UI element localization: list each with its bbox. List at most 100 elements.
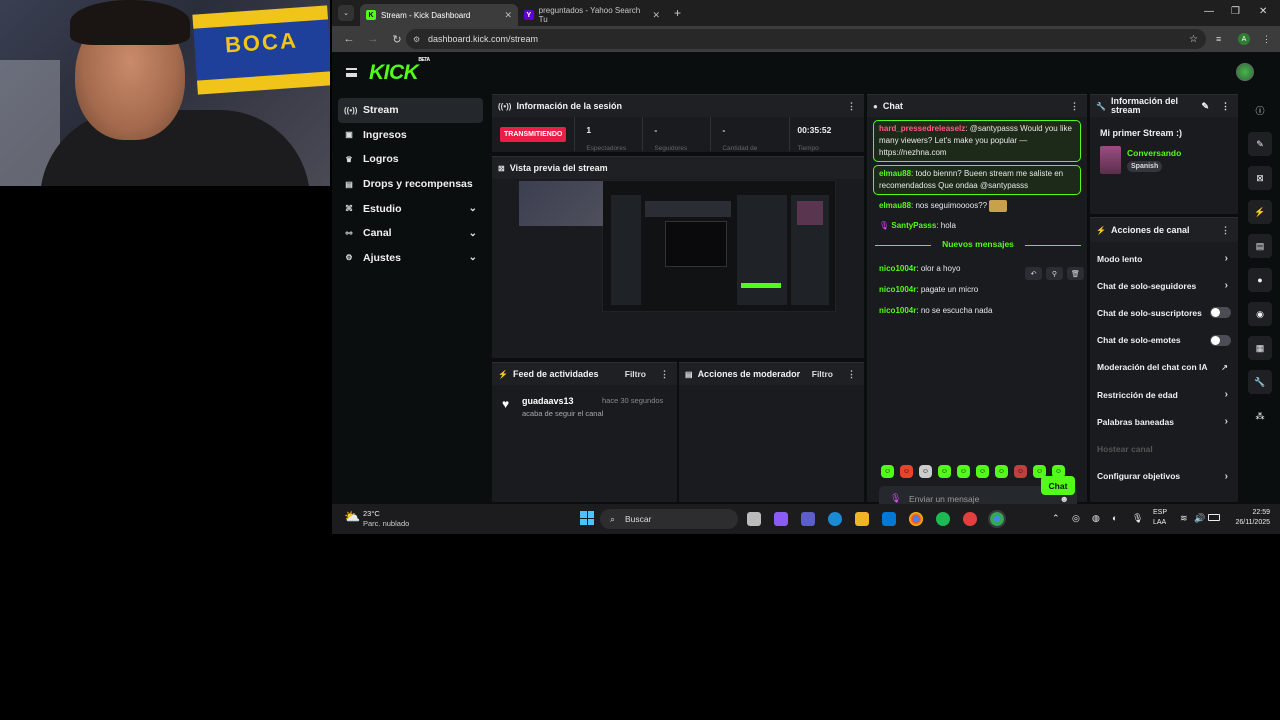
chat-message[interactable]: elmau88: nos seguimoooos?? [867,198,1087,214]
more-options-icon[interactable]: ⋮ [1070,101,1079,112]
kick-logo[interactable]: KICKBETA [369,57,430,85]
emote-icon[interactable]: ☺ [900,465,913,478]
windows-start-icon[interactable] [580,511,594,525]
weather-text[interactable]: Parc. nublado [363,519,409,528]
more-options-icon[interactable]: ⋮ [1221,101,1230,111]
sidebar-item-stream[interactable]: ((•)) Stream [338,98,483,123]
more-options-icon[interactable]: ⋮ [847,369,856,380]
tab-yahoo-search[interactable]: Y preguntados - Yahoo Search Tu ✕ [518,4,666,26]
clock-date[interactable]: 26/11/2025 [1228,519,1270,526]
channel-action-age-restriction[interactable]: Restricción de edad › [1090,381,1238,408]
activity-user[interactable]: guadaavs13 [522,396,574,406]
sidebar-item-ingresos[interactable]: ▣ Ingresos [338,123,483,148]
taskbar-search[interactable]: ⌕ Buscar [600,509,738,529]
emote-icon[interactable]: ☺ [1014,465,1027,478]
sidebar-item-drops[interactable]: ▤ Drops y recompensas [338,172,483,197]
bookmark-star-icon[interactable]: ☆ [1189,34,1198,45]
tab-kick-dashboard[interactable]: K Stream - Kick Dashboard ✕ [360,4,518,26]
clock-time[interactable]: 22:59 [1240,509,1270,516]
delete-icon[interactable]: 🗑 [1067,267,1084,280]
chat-message[interactable]: 🎙 SantyPasss: hola [867,218,1087,234]
edit-icon[interactable]: ✎ [1201,101,1209,111]
minimize-icon[interactable]: — [1204,6,1214,17]
tab-search-icon[interactable]: ⌄ [338,5,354,21]
subscribers-only-toggle[interactable] [1210,307,1231,319]
new-tab-icon[interactable]: + [674,6,681,20]
pin-icon[interactable]: ⚲ [1046,267,1063,280]
channel-action-ai-moderation[interactable]: Moderación del chat con IA ↗ [1090,354,1238,381]
hamburger-menu-icon[interactable] [346,68,357,77]
chrome-icon[interactable] [909,512,923,526]
battery-icon[interactable] [1208,514,1220,521]
more-options-icon[interactable]: ⋮ [1221,225,1230,236]
wifi-icon[interactable]: ≋ [1180,513,1188,524]
filter-button[interactable]: Filtro [812,369,833,379]
chat-message[interactable]: nico1004r: pagate un micro [867,280,1087,299]
microphone-icon[interactable]: 🎙 [1132,513,1143,524]
close-tab-icon[interactable]: ✕ [652,10,660,21]
chat-message[interactable]: elmau88: todo biennn? Bueen stream me sa… [873,165,1081,195]
reply-icon[interactable]: ↶ [1025,267,1042,280]
edit-icon[interactable]: ✎ [1248,132,1272,156]
chrome-active-icon[interactable] [988,510,1006,528]
stream-preview-video[interactable] [519,180,836,312]
task-view-icon[interactable] [747,512,761,526]
more-options-icon[interactable]: ⋮ [847,101,856,112]
spotify-icon[interactable] [936,512,950,526]
back-icon[interactable]: ← [342,33,356,45]
emote-icon[interactable]: ☺ [957,465,970,478]
language-layout[interactable]: LAA [1153,519,1166,526]
emote-icon[interactable]: ☺ [995,465,1008,478]
emote-icon[interactable]: ☺ [976,465,989,478]
broadcast-icon[interactable]: ◉ [1248,302,1272,326]
add-widget-icon[interactable]: ⁂ [1248,404,1272,428]
emote-icon[interactable]: ☺ [881,465,894,478]
channel-action-banned-words[interactable]: Palabras baneadas › [1090,408,1238,435]
teams-icon[interactable] [801,512,815,526]
tray-icon[interactable]: ◎ [1072,513,1080,524]
maximize-icon[interactable]: ❐ [1231,6,1240,17]
chat-bubble-icon[interactable]: ● [1248,268,1272,292]
weather-temp[interactable]: 23°C [363,509,380,518]
sidebar-item-canal[interactable]: ⚯ Canal ⌄ [338,221,483,246]
tray-icon[interactable]: ◍ [1092,513,1100,524]
channel-action-followers-only[interactable]: Chat de solo-seguidores › [1090,272,1238,299]
chat-send-button[interactable]: Chat [1041,476,1075,495]
wrench-icon[interactable]: 🔧 [1248,370,1272,394]
channel-action-goals[interactable]: Configurar objetivos › [1090,463,1238,490]
reading-list-icon[interactable]: ≡ [1216,34,1221,44]
language-indicator[interactable]: ESP [1153,509,1167,516]
sidebar-item-logros[interactable]: ♛ Logros [338,147,483,172]
layout-icon[interactable]: ▦ [1248,336,1272,360]
lightning-icon[interactable]: ⚡ [1248,200,1272,224]
moderator-icon[interactable]: ▤ [1248,234,1272,258]
info-icon[interactable]: ⓘ [1248,98,1272,122]
preview-icon[interactable]: ⊠ [1248,166,1272,190]
sidebar-item-ajustes[interactable]: ⚙ Ajustes ⌄ [338,246,483,271]
reload-icon[interactable]: ↻ [390,33,404,46]
emotes-only-toggle[interactable] [1210,334,1231,346]
obs-icon[interactable] [963,512,977,526]
chat-message[interactable]: nico1004r: no se escucha nada [867,299,1087,322]
emote-icon[interactable]: ☺ [938,465,951,478]
stream-category[interactable]: Conversando [1127,148,1181,158]
site-info-icon[interactable]: ⚙ [413,35,420,44]
volume-icon[interactable]: 🔊 [1194,513,1205,524]
channel-action-slow-mode[interactable]: Modo lento › [1090,245,1238,272]
browser-menu-icon[interactable]: ⋮ [1262,34,1271,45]
tray-icon[interactable]: ◐ [1112,513,1117,523]
close-window-icon[interactable]: ✕ [1259,6,1267,17]
file-explorer-icon[interactable] [855,512,869,526]
emoji-picker-icon[interactable]: ☻ [1060,494,1069,504]
profile-avatar[interactable]: A [1238,33,1250,45]
store-icon[interactable] [882,512,896,526]
sidebar-item-estudio[interactable]: ⌘ Estudio ⌄ [338,196,483,221]
forward-icon[interactable]: → [366,33,380,45]
url-field[interactable]: ⚙ dashboard.kick.com/stream ☆ [406,29,1206,49]
edge-icon[interactable] [828,512,842,526]
user-avatar[interactable] [1236,63,1254,81]
chat-message[interactable]: hard_pressedreleaselz: @santypasss Would… [873,120,1081,162]
close-tab-icon[interactable]: ✕ [504,10,512,21]
copilot-icon[interactable] [774,512,788,526]
more-options-icon[interactable]: ⋮ [660,369,669,380]
